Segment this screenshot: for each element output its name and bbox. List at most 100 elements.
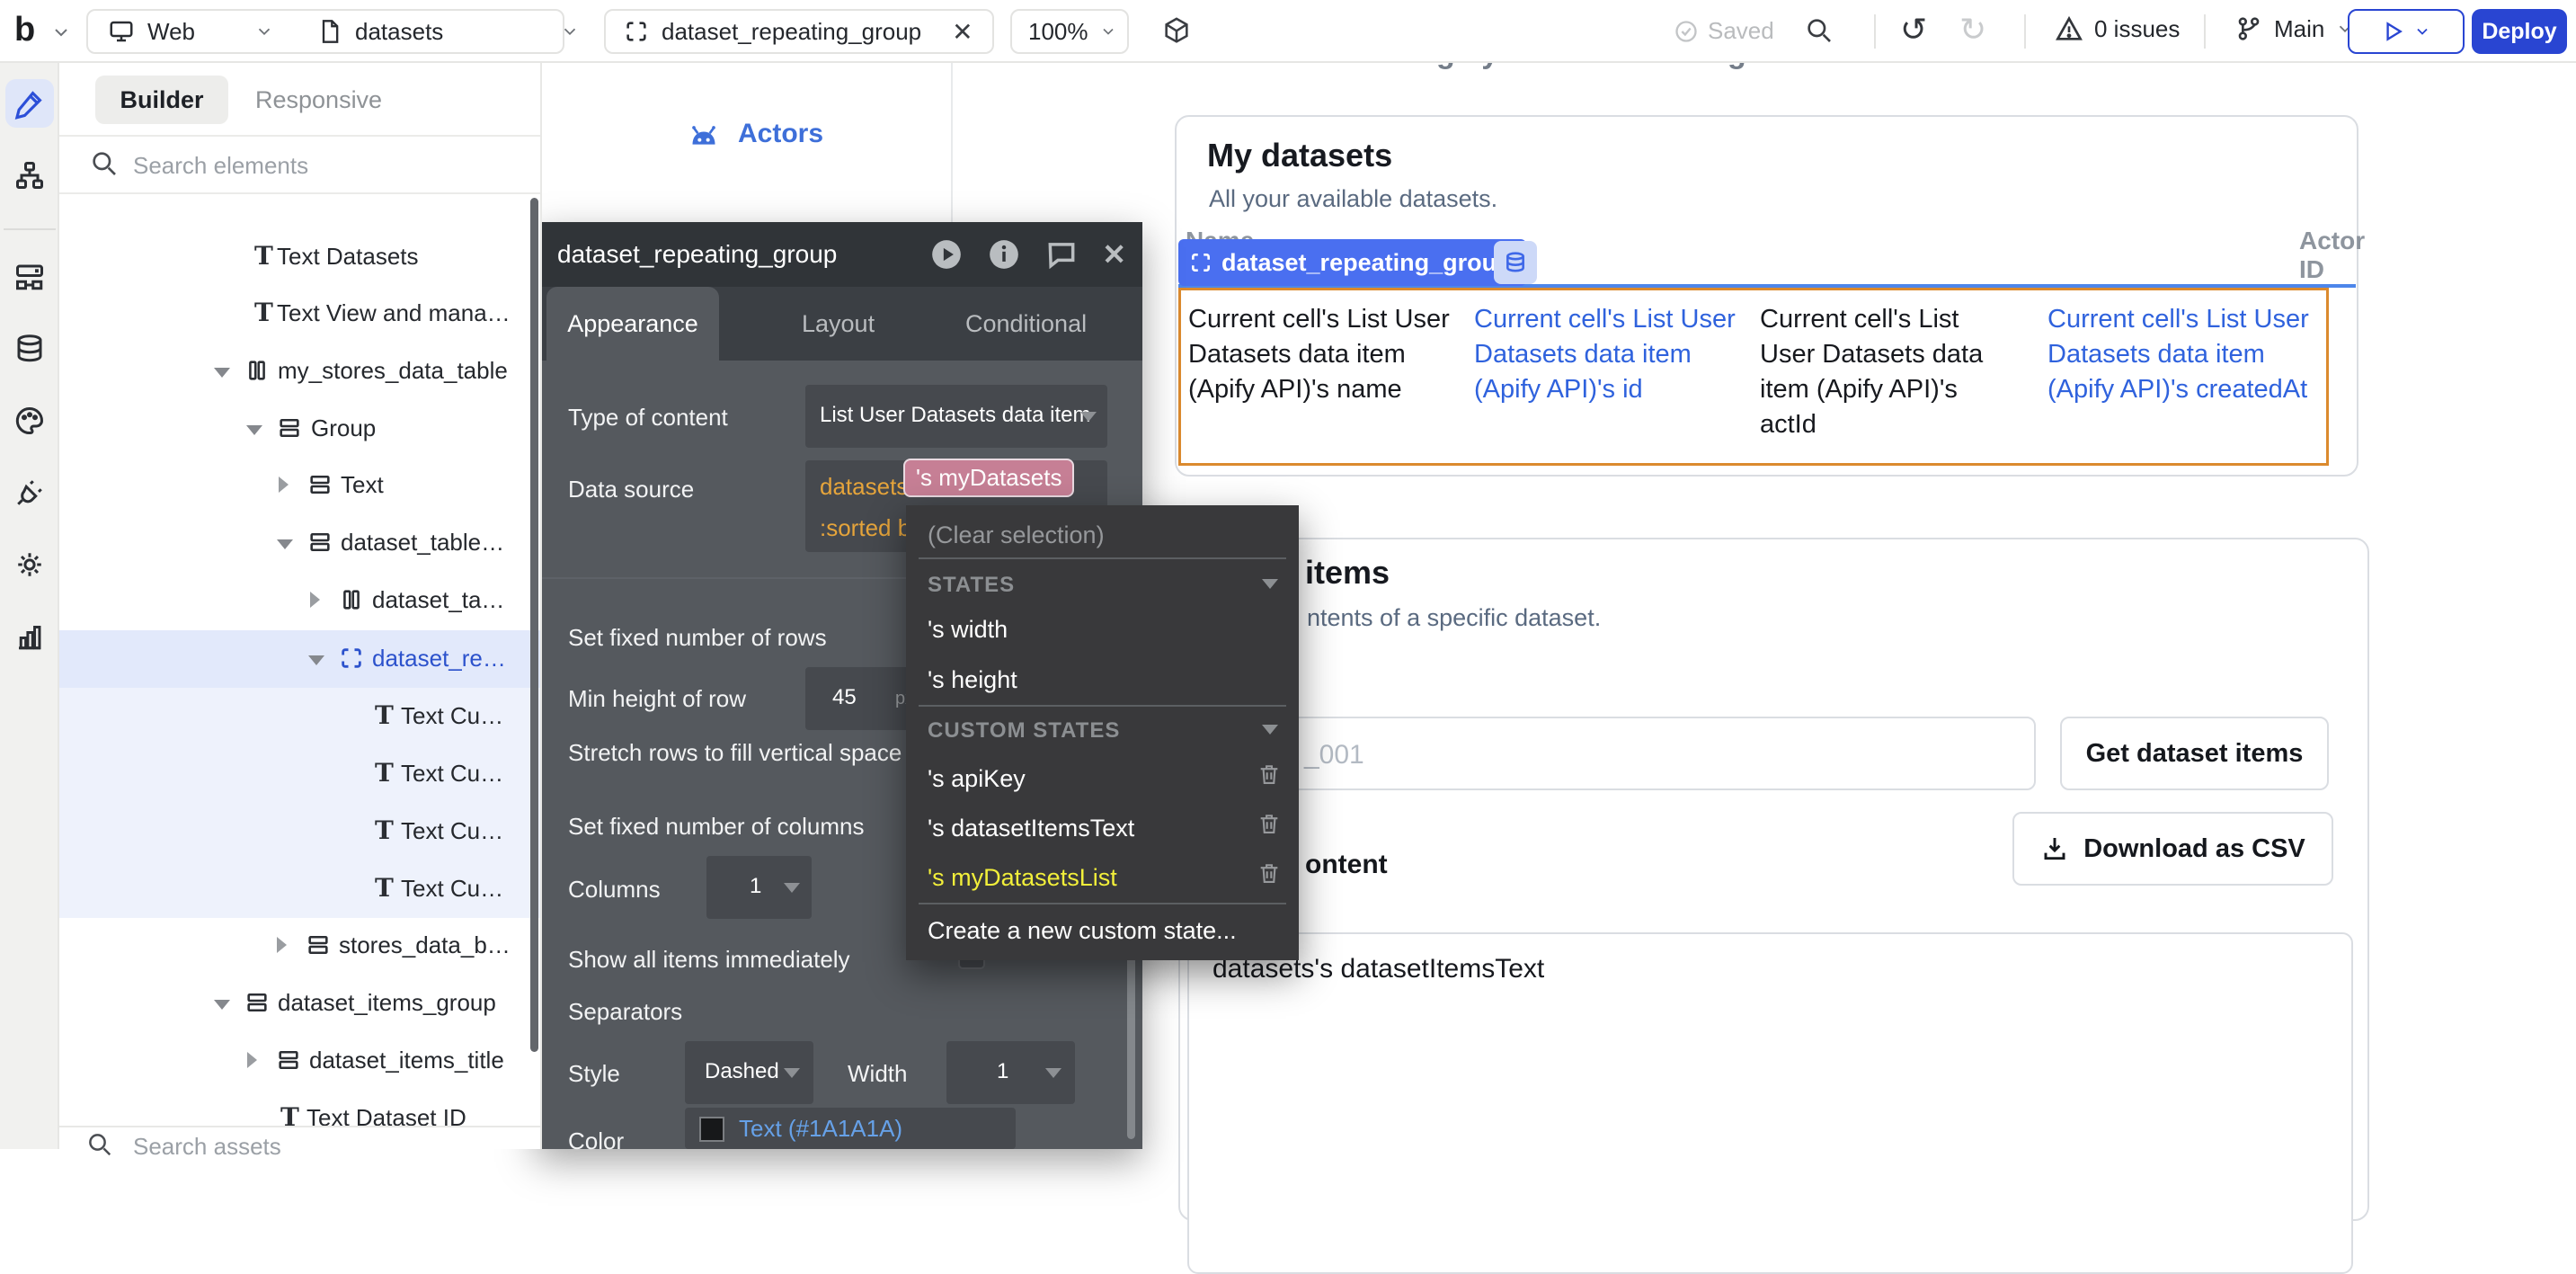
- deploy-button[interactable]: Deploy: [2472, 9, 2567, 54]
- platform-select[interactable]: Web: [147, 18, 195, 46]
- workflow-sitemap-icon[interactable]: [12, 157, 48, 193]
- tab-conditional[interactable]: Conditional: [965, 287, 1087, 361]
- close-icon[interactable]: ✕: [1102, 237, 1126, 272]
- logs-chart-icon[interactable]: [12, 619, 48, 655]
- states-section-header[interactable]: STATES: [928, 573, 1015, 598]
- branch-selector[interactable]: Main: [2234, 14, 2355, 43]
- cell-created-at[interactable]: Current cell's List User Datasets data i…: [2047, 302, 2337, 407]
- tree-row[interactable]: Text: [59, 457, 540, 514]
- tab-responsive[interactable]: Responsive: [255, 86, 382, 114]
- platform-chevron-down-icon[interactable]: [254, 22, 274, 41]
- tree-row[interactable]: TText Cu…: [59, 745, 540, 803]
- tree-row-selected[interactable]: dataset_re…: [59, 630, 540, 688]
- close-tab-icon[interactable]: ✕: [952, 17, 973, 47]
- show-all-label: Show all items immediately: [568, 946, 850, 974]
- custom-state-dataset-items-text[interactable]: 's datasetItemsText: [928, 815, 1134, 842]
- search-elements-row: [59, 137, 540, 194]
- cell-act-id[interactable]: Current cell's List User Datasets data i…: [1760, 302, 2013, 442]
- tree-row[interactable]: stores_data_b…: [59, 917, 540, 975]
- trash-icon[interactable]: [1257, 762, 1282, 787]
- state-option-width[interactable]: 's width: [928, 616, 1008, 644]
- min-height-label: Min height of row: [568, 685, 746, 713]
- info-icon[interactable]: [987, 237, 1021, 272]
- tab-layout[interactable]: Layout: [802, 287, 875, 361]
- caret-down-icon: [246, 425, 262, 435]
- tree-row[interactable]: TText Datasets: [59, 228, 540, 286]
- cell-name[interactable]: Current cell's List User Datasets data i…: [1188, 302, 1472, 407]
- zoom-chevron-down-icon: [1099, 22, 1117, 40]
- download-csv-button[interactable]: Download as CSV: [2012, 812, 2333, 886]
- page-chevron-down-icon[interactable]: [560, 22, 580, 41]
- zoom-control[interactable]: 100%: [1010, 9, 1129, 54]
- branch-name: Main: [2274, 15, 2324, 43]
- element-tab[interactable]: dataset_repeating_group ✕: [604, 9, 994, 54]
- state-picker-dropdown: (Clear selection) STATES 's width 's hei…: [906, 505, 1299, 960]
- tree-row[interactable]: TText View and mana…: [59, 285, 540, 343]
- tab-appearance[interactable]: Appearance: [546, 287, 719, 361]
- undo-icon[interactable]: ↺: [1900, 11, 1927, 49]
- plugins-plug-icon[interactable]: [12, 475, 48, 511]
- columns-select[interactable]: 1: [706, 856, 812, 919]
- tree-row[interactable]: dataset_items_title: [59, 1032, 540, 1090]
- top-toolbar: b Web datasets dataset_repeating_group ✕…: [0, 0, 2576, 63]
- tab-builder[interactable]: Builder: [95, 76, 228, 124]
- trash-icon[interactable]: [1257, 811, 1282, 836]
- clear-selection-option[interactable]: (Clear selection): [928, 521, 1105, 549]
- database-icon[interactable]: [12, 331, 48, 367]
- search-assets-input[interactable]: [133, 1133, 493, 1160]
- tree-row[interactable]: Group: [59, 400, 540, 458]
- nav-item-actors[interactable]: Actors: [686, 119, 823, 149]
- expression-token[interactable]: 's myDatasets: [903, 459, 1074, 497]
- trash-icon[interactable]: [1257, 860, 1282, 886]
- settings-gear-icon[interactable]: [12, 547, 48, 583]
- custom-states-section-header[interactable]: CUSTOM STATES: [928, 718, 1120, 744]
- tree-row[interactable]: my_stores_data_table: [59, 343, 540, 400]
- search-elements-input[interactable]: [133, 146, 511, 185]
- tree-row[interactable]: TText Cu…: [59, 803, 540, 860]
- width-select[interactable]: 1: [946, 1041, 1075, 1104]
- type-of-content-select[interactable]: List User Datasets data item: [805, 385, 1107, 448]
- color-swatch: [699, 1117, 724, 1142]
- get-dataset-items-button[interactable]: Get dataset items: [2060, 717, 2329, 790]
- run-play-icon[interactable]: [929, 237, 964, 272]
- tree-row[interactable]: dataset_table…: [59, 514, 540, 572]
- caret-right-icon: [247, 1052, 257, 1068]
- bubble-logo[interactable]: b: [14, 11, 35, 49]
- dropdown-divider: [919, 705, 1286, 707]
- redo-icon[interactable]: ↻: [1959, 11, 1986, 49]
- style-select[interactable]: Dashed: [685, 1041, 813, 1104]
- tree-row[interactable]: dataset_items_group: [59, 975, 540, 1032]
- monitor-icon: [108, 18, 135, 45]
- custom-state-apikey[interactable]: 's apiKey: [928, 765, 1026, 793]
- strip-divider: [4, 228, 56, 230]
- tree-scrollbar[interactable]: [530, 198, 538, 1052]
- custom-state-my-datasets-list[interactable]: 's myDatasetsList: [928, 864, 1117, 892]
- tree-row[interactable]: TText Cu…: [59, 688, 540, 745]
- comment-icon[interactable]: [1044, 237, 1079, 272]
- fixed-rows-label: Set fixed number of rows: [568, 624, 827, 652]
- tree-row[interactable]: dataset_ta…: [59, 572, 540, 629]
- logo-chevron-down-icon[interactable]: [50, 22, 72, 43]
- page-select[interactable]: datasets: [355, 18, 443, 46]
- type-of-content-label: Type of content: [568, 404, 728, 432]
- tree-row[interactable]: TText Cu…: [59, 860, 540, 918]
- search-icon[interactable]: [1805, 16, 1834, 45]
- property-editor-header[interactable]: dataset_repeating_group ✕: [536, 222, 1142, 287]
- component-cube-icon[interactable]: [1161, 16, 1192, 47]
- columns-icon: [244, 358, 270, 383]
- state-option-height[interactable]: 's height: [928, 666, 1017, 694]
- preview-button[interactable]: [2348, 9, 2465, 54]
- data-source-badge[interactable]: [1494, 241, 1537, 284]
- cell-id[interactable]: Current cell's List User Datasets data i…: [1474, 302, 1740, 407]
- color-field[interactable]: Text (#1A1A1A): [685, 1108, 1016, 1149]
- tree-row[interactable]: TText Dataset ID: [59, 1090, 540, 1126]
- design-pencil-icon[interactable]: [12, 85, 48, 121]
- zoom-value: 100%: [1028, 18, 1088, 46]
- clipped-text-remnant: g y: [1436, 63, 1535, 78]
- issues-indicator[interactable]: 0 issues: [2055, 14, 2180, 43]
- dataset-id-input[interactable]: _001: [1187, 717, 2036, 790]
- selected-element-chip[interactable]: dataset_repeating_group: [1178, 239, 1526, 286]
- components-icon[interactable]: [12, 259, 48, 295]
- create-custom-state-option[interactable]: Create a new custom state...: [928, 917, 1237, 945]
- styles-palette-icon[interactable]: [12, 403, 48, 439]
